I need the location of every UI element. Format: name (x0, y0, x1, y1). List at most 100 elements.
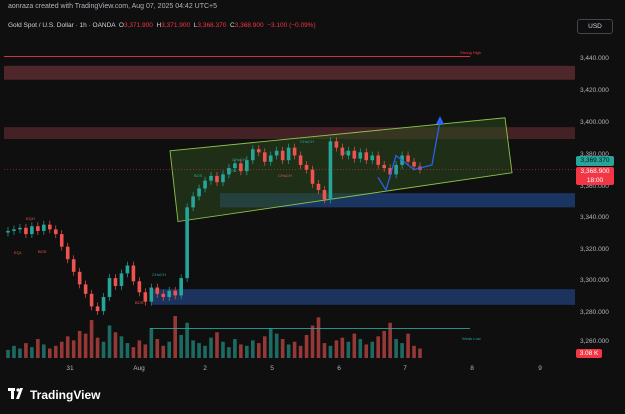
volume-bar (77, 330, 82, 358)
volume-bar (125, 343, 130, 358)
open-value: 3,371.900 (123, 22, 153, 29)
volume-bar (6, 349, 10, 358)
volume-bar (376, 336, 381, 358)
candle-body (47, 224, 52, 230)
candle-body (203, 180, 207, 189)
candle-body (215, 175, 219, 183)
bos-label: BOS (135, 300, 144, 305)
volume-bar (328, 345, 333, 358)
volume-bar (370, 341, 375, 358)
volume-bar (71, 340, 76, 358)
volume-bar (131, 347, 136, 358)
bos-label: BOS (38, 249, 47, 254)
symbol-legend[interactable]: Gold Spot / U.S. Dollar · 1h · OANDA O3,… (8, 22, 316, 29)
candle-body (406, 155, 410, 162)
candle-body (376, 155, 381, 165)
chart-area[interactable] (0, 14, 575, 360)
price-chart[interactable] (0, 14, 575, 360)
bos-label: BOS (228, 168, 237, 173)
symbol-name[interactable]: Gold Spot / U.S. Dollar · 1h · OANDA (8, 22, 115, 29)
y-tick: 3,420.000 (580, 87, 609, 94)
volume-bar (42, 344, 46, 358)
volume-bar (316, 317, 321, 358)
candle-body (322, 190, 327, 200)
volume-bar (262, 336, 267, 358)
volume-bar (95, 337, 100, 358)
volume-bar (47, 348, 52, 358)
volume-bar (191, 340, 195, 358)
volume-bar (149, 328, 154, 358)
candle-body (328, 141, 333, 200)
candle-body (30, 226, 34, 235)
volume-bar (322, 343, 327, 358)
volume-bar (358, 339, 363, 358)
volume-bar (155, 339, 160, 358)
candle-body (370, 155, 375, 161)
projection-arrowhead (436, 116, 444, 125)
volume-bar (209, 337, 213, 358)
candle-body (185, 207, 189, 279)
currency-button[interactable]: USD (577, 19, 613, 34)
volume-bar (59, 341, 64, 358)
candle-body (412, 161, 416, 167)
candle-body (77, 271, 82, 285)
credit-text: aonraza created with TradingView.com, Au… (8, 3, 218, 10)
x-tick: 2 (203, 365, 207, 372)
tradingview-logo[interactable]: TradingView (8, 388, 100, 402)
volume-bar (340, 337, 345, 358)
x-tick: 7 (403, 365, 407, 372)
candle-body (6, 230, 10, 233)
choch-label: CHoCH (152, 272, 166, 277)
choch-label: CHoCH (300, 139, 314, 144)
volume-bar (400, 343, 404, 358)
last-price-value: 3,368.900 (580, 168, 610, 175)
candle-body (149, 287, 154, 302)
candle-body (125, 265, 130, 274)
candle-body (12, 229, 16, 231)
candle-body (53, 229, 58, 235)
volume-bar (268, 328, 273, 358)
candle-body (83, 284, 88, 294)
candle-body (18, 227, 22, 230)
choch-label: CHoCH (278, 173, 292, 178)
candle-body (119, 273, 124, 286)
volume-bar (245, 345, 249, 358)
tradingview-logo-icon (8, 388, 26, 402)
volume-bar (286, 344, 291, 358)
volume-bar (197, 343, 201, 358)
change-value: −3.100 (−0.09%) (267, 22, 316, 29)
candle-body (191, 196, 195, 208)
volume-bar (227, 347, 231, 358)
candle-body (280, 150, 285, 161)
volume-bar (18, 348, 22, 358)
x-tick: 5 (270, 365, 274, 372)
candle-body (298, 155, 303, 165)
candle-body (197, 188, 201, 197)
volume-bar (161, 345, 166, 358)
candle-body (143, 292, 148, 302)
candle-body (173, 290, 177, 296)
x-tick: 8 (470, 365, 474, 372)
candle-body (101, 296, 106, 312)
y-tick: 3,440.000 (580, 55, 609, 62)
choch-label: CHoCH (232, 157, 246, 162)
low-value: 3,368.370 (197, 22, 227, 29)
candle-body (239, 163, 243, 172)
candle-body (167, 290, 172, 297)
y-tick: 3,320.000 (580, 246, 609, 253)
volume-bar (310, 325, 315, 358)
y-tick: 3,280.000 (580, 309, 609, 316)
bos-label: BOS (342, 150, 351, 155)
volume-bar (119, 336, 124, 358)
volume-bar (113, 332, 118, 358)
volume-bar (12, 345, 16, 358)
candle-body (155, 287, 160, 294)
candle-body (358, 152, 363, 159)
volume-bar (233, 339, 237, 358)
y-tick: 3,400.000 (580, 119, 609, 126)
candle-body (316, 183, 321, 191)
close-value: 3,368.900 (234, 22, 264, 29)
x-tick: Aug (133, 365, 145, 372)
candle-body (107, 278, 112, 297)
volume-bar (89, 320, 94, 358)
